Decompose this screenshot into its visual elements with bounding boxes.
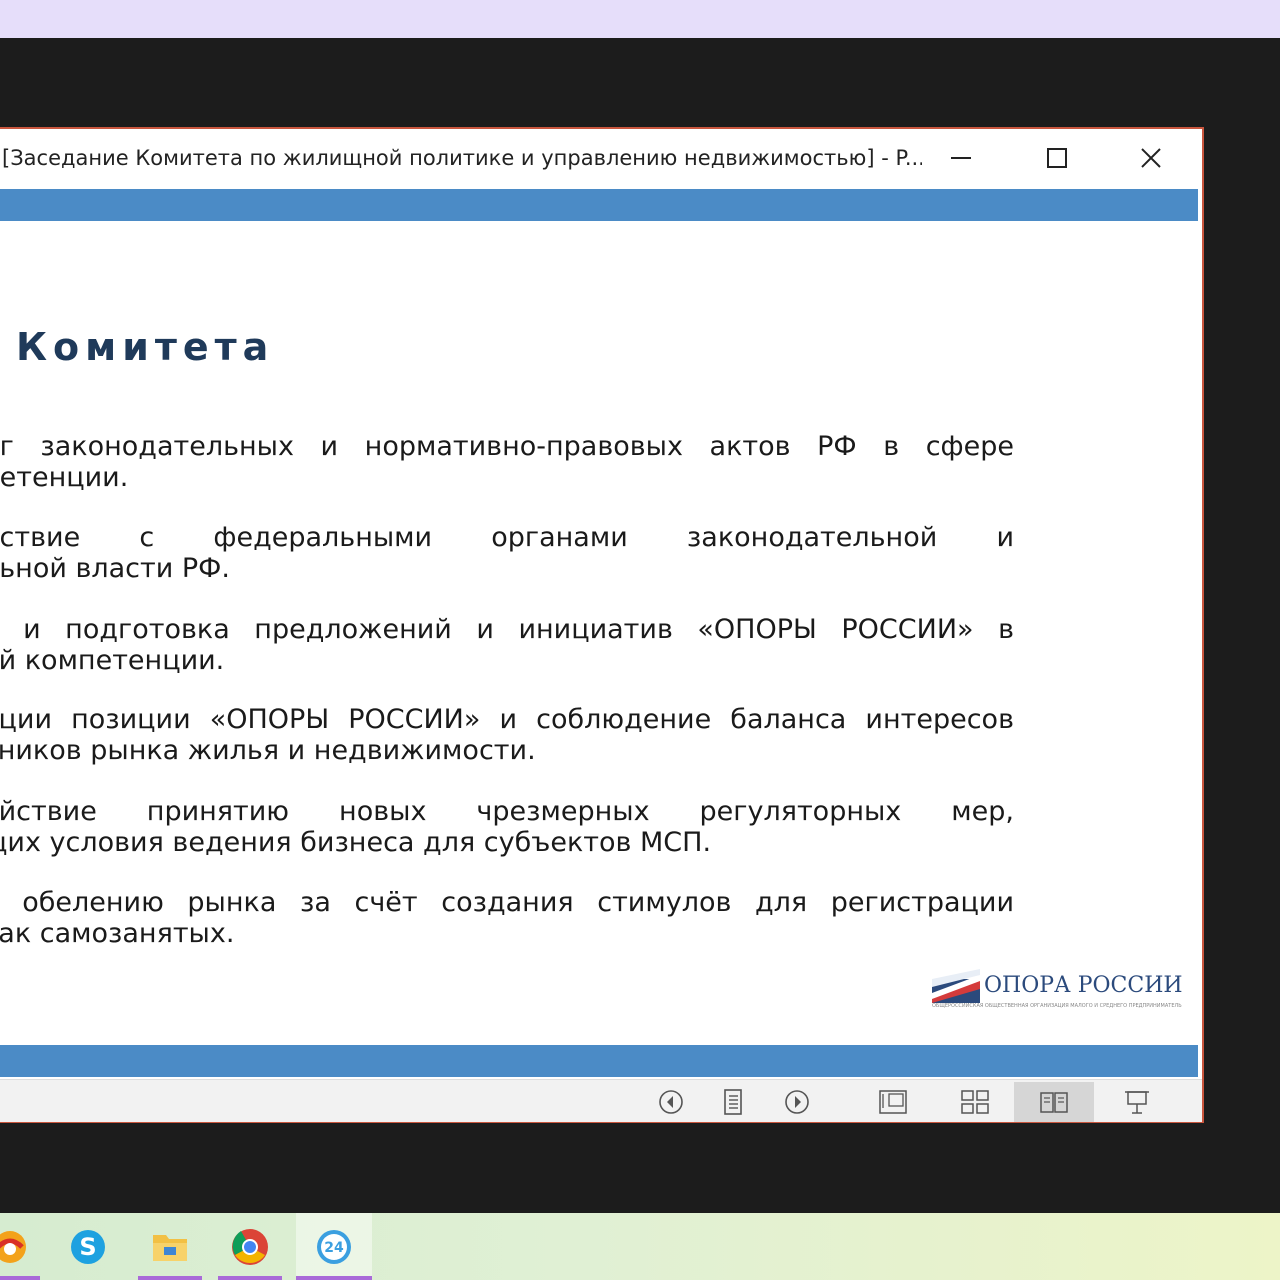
flag-logo-icon [932,969,980,1003]
slide-show-icon [1125,1091,1149,1114]
close-button[interactable] [1116,135,1186,181]
svg-text:24: 24 [324,1240,344,1256]
close-icon [1141,148,1161,168]
app-24-icon: 24 [317,1229,351,1264]
slide-bottom-band [0,1045,1198,1077]
minimize-icon [951,157,971,159]
slide-show-button[interactable] [1104,1082,1170,1122]
slide-top-band [0,189,1198,221]
slide-sorter-button[interactable] [942,1082,1008,1122]
normal-view-button[interactable] [860,1082,926,1122]
reading-view-icon [1040,1092,1068,1113]
status-bar [0,1079,1202,1122]
top-strip [0,0,1280,38]
taskbar-item-yandex[interactable] [0,1213,40,1280]
next-slide-button[interactable] [764,1082,830,1122]
title-bar[interactable]: [Заседание Комитета по жилищной политике… [0,129,1202,187]
slide-bullet: е обелению рынка за счёт создания стимул… [0,887,1014,949]
window-title: [Заседание Комитета по жилищной политике… [2,146,922,170]
maximize-icon [1047,148,1067,168]
file-explorer-icon [153,1234,187,1261]
slide-title: Комитета [16,325,275,369]
slide-menu-button[interactable] [700,1082,766,1122]
slide-menu-icon [724,1089,742,1115]
reading-view-button[interactable] [1014,1082,1094,1122]
taskbar-item-skype[interactable]: S [56,1213,120,1280]
slide-bullet: нг законодательных и нормативно-правовых… [0,431,1014,493]
opora-logo: ОПОРА РОССИИ ОБЩЕРОССИЙСКАЯ ОБЩЕСТВЕННАЯ… [932,963,1183,1013]
svg-text:S: S [79,1233,96,1261]
slide-bullet: йствие с федеральными органами законодат… [0,522,1014,584]
presentation-window: [Заседание Комитета по жилищной политике… [0,127,1204,1123]
taskbar-item-chrome[interactable] [218,1213,282,1280]
next-slide-icon [785,1090,809,1114]
skype-icon: S [71,1229,105,1264]
logo-subtext: ОБЩЕРОССИЙСКАЯ ОБЩЕСТВЕННАЯ ОРГАНИЗАЦИЯ … [932,1003,1182,1009]
minimize-button[interactable] [926,135,996,181]
slide-sorter-icon [961,1090,989,1114]
chrome-icon [232,1228,268,1265]
slide-bullet: ации позиции «ОПОРЫ РОССИИ» и соблюдение… [0,704,1014,766]
logo-text: ОПОРА РОССИИ [984,973,1183,998]
maximize-button[interactable] [1022,135,1092,181]
normal-view-icon [879,1090,907,1114]
slide: Комитета нг законодательных и нормативно… [0,187,1198,1078]
taskbar: S 24 [0,1213,1280,1280]
previous-slide-button[interactable] [638,1082,704,1122]
slide-bullet: ействие принятию новых чрезмерных регуля… [0,796,1014,858]
previous-slide-icon [659,1090,683,1114]
slide-bullet: а и подготовка предложений и инициатив «… [0,614,1014,676]
yandex-browser-icon [0,1230,26,1263]
taskbar-item-24[interactable]: 24 [296,1213,372,1280]
taskbar-item-file-explorer[interactable] [138,1213,202,1280]
